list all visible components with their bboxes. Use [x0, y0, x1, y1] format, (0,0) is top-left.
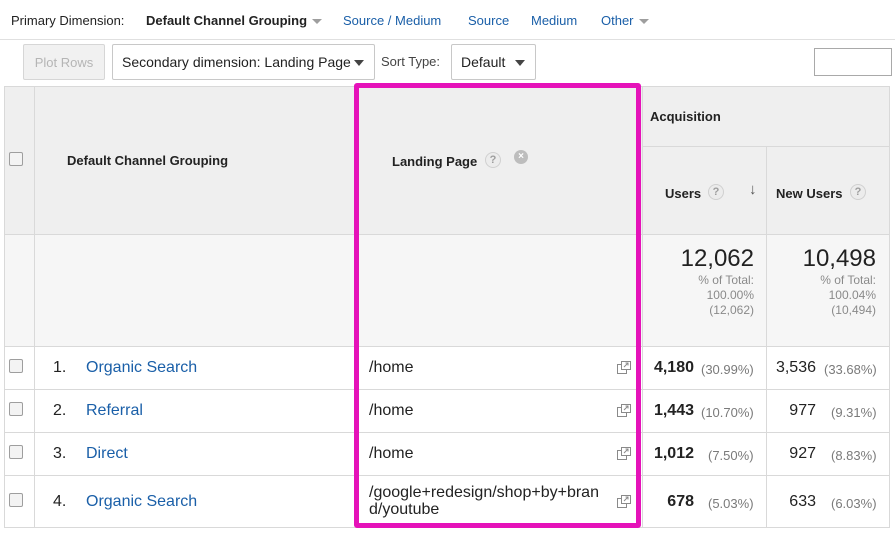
- primary-dimension-label: Primary Dimension:: [11, 13, 125, 28]
- total-new-users-count: (10,494): [831, 303, 876, 317]
- row-number: 2.: [53, 402, 67, 419]
- total-new-users-value: 10,498: [802, 245, 876, 272]
- column-header-channel[interactable]: Default Channel Grouping: [67, 153, 228, 168]
- row-new-users-percent: (6.03%): [831, 496, 877, 511]
- row-number: 3.: [53, 445, 67, 462]
- dimension-link-other-label[interactable]: Other: [601, 13, 634, 28]
- secondary-dimension-select[interactable]: Secondary dimension: Landing Page: [112, 44, 375, 80]
- row-checkbox[interactable]: [9, 493, 23, 507]
- row-users: 1,443: [653, 402, 694, 419]
- row-channel-link[interactable]: Referral: [86, 402, 143, 420]
- total-new-users-label: % of Total:: [820, 273, 876, 287]
- plot-rows-button[interactable]: Plot Rows: [23, 44, 105, 80]
- row-new-users: 927: [789, 445, 816, 462]
- total-users-percent: 100.00%: [706, 288, 754, 302]
- dropdown-arrow-icon: [515, 60, 525, 66]
- sort-type-select[interactable]: Default: [451, 44, 536, 80]
- chevron-down-icon[interactable]: [312, 19, 323, 25]
- row-users-percent: (30.99%): [701, 362, 754, 377]
- total-users-count: (12,062): [709, 303, 754, 317]
- row-channel-link[interactable]: Direct: [86, 445, 128, 463]
- row-users: 1,012: [653, 445, 694, 462]
- row-new-users: 977: [789, 402, 816, 419]
- row-new-users-percent: (33.68%): [824, 362, 877, 377]
- column-header-new-users[interactable]: New Users: [776, 186, 842, 201]
- divider: [0, 39, 895, 40]
- column-divider: [642, 87, 643, 527]
- column-divider: [766, 147, 767, 527]
- primary-dimension-active-label[interactable]: Default Channel Grouping: [146, 13, 307, 28]
- row-channel-link[interactable]: Organic Search: [86, 359, 197, 377]
- select-all-checkbox[interactable]: [9, 152, 23, 166]
- row-checkbox[interactable]: [9, 445, 23, 459]
- row-users: 678: [667, 493, 694, 510]
- row-new-users-percent: (8.83%): [831, 448, 877, 463]
- row-checkbox[interactable]: [9, 359, 23, 373]
- landing-page-highlight-box: [354, 83, 641, 528]
- row-channel-link[interactable]: Organic Search: [86, 493, 197, 511]
- row-number: 4.: [53, 493, 67, 510]
- help-icon[interactable]: ?: [708, 184, 724, 200]
- primary-dimension-active[interactable]: Default Channel Grouping: [146, 13, 323, 28]
- row-new-users-percent: (9.31%): [831, 405, 877, 420]
- row-number: 1.: [53, 359, 67, 376]
- secondary-dimension-value: Secondary dimension: Landing Page: [122, 54, 351, 70]
- column-divider: [34, 87, 35, 527]
- row-checkbox[interactable]: [9, 402, 23, 416]
- sort-descending-icon[interactable]: ↓: [749, 181, 757, 198]
- table-search-input[interactable]: [814, 48, 892, 76]
- dimension-link-medium[interactable]: Medium: [531, 13, 577, 28]
- row-users: 4,180: [653, 359, 694, 376]
- row-users-percent: (5.03%): [708, 496, 754, 511]
- primary-dimension-bar: [0, 0, 895, 40]
- row-users-percent: (10.70%): [701, 405, 754, 420]
- row-new-users: 633: [789, 493, 816, 510]
- chevron-down-icon[interactable]: [638, 19, 649, 25]
- row-new-users: 3,536: [775, 359, 816, 376]
- total-users-label: % of Total:: [698, 273, 754, 287]
- help-icon[interactable]: ?: [850, 184, 866, 200]
- dropdown-arrow-icon: [354, 60, 364, 66]
- total-new-users-percent: 100.04%: [828, 288, 876, 302]
- column-group-acquisition: Acquisition: [650, 109, 721, 124]
- header-divider: [642, 146, 889, 147]
- dimension-link-source-medium[interactable]: Source / Medium: [343, 13, 441, 28]
- dimension-link-source[interactable]: Source: [468, 13, 509, 28]
- dimension-link-other[interactable]: Other: [601, 13, 649, 28]
- sort-type-value: Default: [461, 54, 506, 70]
- column-header-users[interactable]: Users: [665, 186, 701, 201]
- total-users-value: 12,062: [680, 245, 754, 272]
- row-users-percent: (7.50%): [708, 448, 754, 463]
- sort-type-label: Sort Type:: [381, 54, 441, 69]
